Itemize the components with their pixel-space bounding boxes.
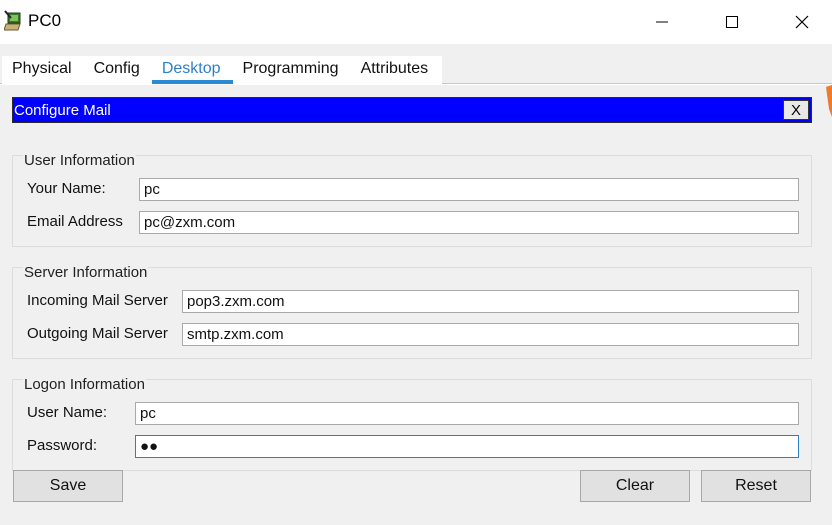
- email-address-label: Email Address: [27, 213, 123, 230]
- outgoing-mail-server-input[interactable]: [182, 323, 799, 346]
- reset-button[interactable]: Reset: [701, 470, 811, 502]
- tabs-strip: Physical Config Desktop Programming Attr…: [2, 56, 442, 84]
- user-information-group: User Information Your Name: Email Addres…: [12, 152, 812, 247]
- save-button[interactable]: Save: [13, 470, 123, 502]
- user-name-label: User Name:: [27, 404, 108, 421]
- incoming-mail-server-input[interactable]: [182, 290, 799, 313]
- tab-desktop[interactable]: Desktop: [151, 56, 233, 84]
- user-name-input[interactable]: [135, 402, 799, 425]
- panel-header: Configure Mail X: [12, 97, 812, 123]
- close-window-button[interactable]: [772, 0, 832, 44]
- your-name-label: Your Name:: [27, 180, 106, 197]
- incoming-mail-server-label: Incoming Mail Server: [27, 292, 168, 309]
- server-information-legend: Server Information: [23, 264, 149, 281]
- tab-physical[interactable]: Physical: [2, 56, 84, 84]
- title-bar: PC0: [0, 0, 832, 44]
- logon-information-legend: Logon Information: [23, 376, 146, 393]
- configure-mail-panel: Configure Mail X User Information Your N…: [12, 97, 812, 512]
- desktop-content: Configure Mail X User Information Your N…: [0, 85, 832, 525]
- password-input[interactable]: [135, 435, 799, 458]
- password-label: Password:: [27, 437, 98, 454]
- tab-config[interactable]: Config: [84, 56, 152, 84]
- user-information-legend: User Information: [23, 152, 136, 169]
- orange-edge-mark: [826, 85, 832, 117]
- tab-attributes[interactable]: Attributes: [351, 56, 441, 84]
- maximize-icon: [726, 16, 738, 28]
- tab-programming[interactable]: Programming: [233, 56, 351, 84]
- email-address-input[interactable]: [139, 211, 799, 234]
- panel-close-button[interactable]: X: [783, 100, 809, 120]
- minimize-icon: [656, 21, 668, 23]
- logon-information-group: Logon Information User Name: Password:: [12, 376, 812, 471]
- clear-button[interactable]: Clear: [580, 470, 690, 502]
- window-title: PC0: [28, 11, 62, 30]
- maximize-button[interactable]: [702, 0, 762, 44]
- outgoing-mail-server-label: Outgoing Mail Server: [27, 325, 168, 342]
- panel-title: Configure Mail: [14, 102, 111, 119]
- your-name-input[interactable]: [139, 178, 799, 201]
- minimize-button[interactable]: [632, 0, 692, 44]
- packet-tracer-pc-icon: [3, 10, 24, 34]
- server-information-group: Server Information Incoming Mail Server …: [12, 264, 812, 359]
- close-icon: [795, 15, 809, 29]
- tab-bar: Physical Config Desktop Programming Attr…: [0, 44, 832, 84]
